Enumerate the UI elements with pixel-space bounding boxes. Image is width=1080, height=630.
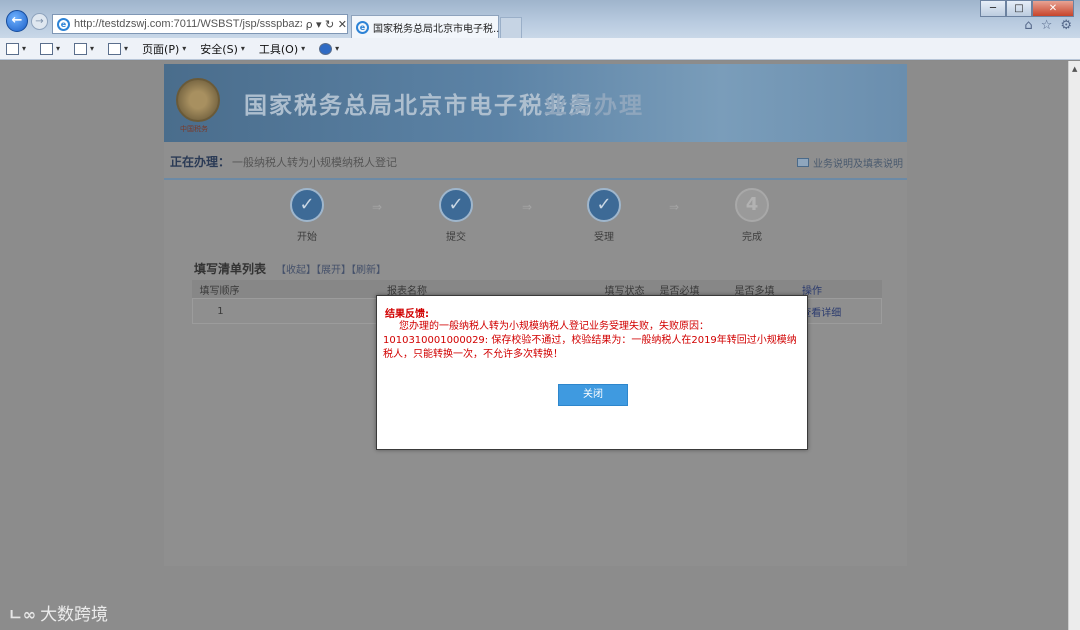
feeds-icon xyxy=(40,42,54,55)
cmd-feeds[interactable]: ▾ xyxy=(40,42,60,55)
home-icon[interactable]: ⌂ xyxy=(1024,18,1032,33)
print-icon xyxy=(108,42,122,55)
command-bar: ▾ ▾ ▾ ▾ 页面(P) ▾ 安全(S) ▾ 工具(O) ▾ ▾ xyxy=(0,38,1080,60)
step-label: 提交 xyxy=(446,232,466,243)
cmd-help[interactable]: ▾ xyxy=(319,42,339,55)
ie-icon: e xyxy=(57,17,70,31)
address-bar[interactable]: e http://testdzswj.com:7011/WSBST/jsp/ss… xyxy=(52,14,348,34)
address-controls[interactable]: ρ ▾ ↻ ✕ xyxy=(306,18,347,31)
dialog-message: 您办理的一般纳税人转为小规模纳税人登记业务受理失败，失败原因：101031000… xyxy=(383,321,797,360)
check-icon: ✓ xyxy=(439,188,473,222)
check-icon: ✓ xyxy=(290,188,324,222)
breadcrumb-value: 一般纳税人转为小规模纳税人登记 xyxy=(232,156,398,169)
list-title: 填写清单列表 xyxy=(194,262,267,276)
minimize-button[interactable]: ─ xyxy=(980,0,1006,17)
help-link[interactable]: 业务说明及填表说明 xyxy=(797,155,903,170)
tab-title[interactable]: 国家税务总局北京市电子税... ✕ xyxy=(373,20,514,35)
new-tab-button[interactable] xyxy=(500,17,522,38)
tax-emblem-icon xyxy=(176,78,220,122)
list-heading: 填写清单列表 【收起】【展开】【刷新】 xyxy=(194,260,386,277)
watermark: ㄴ∞ 大数跨境 xyxy=(8,600,109,626)
step-arrow-icon: ⇒ xyxy=(372,200,383,214)
book-icon xyxy=(797,158,809,167)
step-label: 受理 xyxy=(594,232,614,243)
window-controls: ─ □ ✕ xyxy=(980,0,1074,17)
step-arrow-icon: ⇒ xyxy=(522,200,533,214)
cmd-page-menu[interactable]: 页面(P) ▾ xyxy=(142,41,186,57)
breadcrumb: 正在办理： 一般纳税人转为小规模纳税人登记 业务说明及填表说明 xyxy=(164,150,907,180)
favorites-icon[interactable]: ☆ xyxy=(1041,18,1053,33)
mail-icon xyxy=(74,42,88,55)
cmd-print[interactable]: ▾ xyxy=(108,42,128,55)
watermark-logo-icon: ㄴ∞ xyxy=(8,604,37,624)
col-header: 填写顺序 xyxy=(199,285,240,297)
help-link-label[interactable]: 业务说明及填表说明 xyxy=(813,155,903,170)
cmd-home[interactable]: ▾ xyxy=(6,42,26,55)
browser-right-icons: ⌂ ☆ ⚙ xyxy=(1024,18,1072,33)
step-start: ✓ 开始 xyxy=(277,188,337,243)
vertical-scrollbar[interactable]: ▲ xyxy=(1068,61,1080,630)
cmd-mail[interactable]: ▾ xyxy=(74,42,94,55)
settings-gear-icon[interactable]: ⚙ xyxy=(1060,18,1072,33)
list-toggle-links[interactable]: 【收起】【展开】【刷新】 xyxy=(276,265,386,276)
address-url[interactable]: http://testdzswj.com:7011/WSBST/jsp/sssp… xyxy=(74,18,302,30)
browser-tab-active[interactable]: e 国家税务总局北京市电子税... ✕ xyxy=(351,15,514,38)
step-arrow-icon: ⇒ xyxy=(669,200,680,214)
tab-ie-icon: e xyxy=(356,20,369,34)
site-banner: 中国税务 国家税务总局北京市电子税务局 业务办理 xyxy=(164,64,907,142)
back-button[interactable]: ← xyxy=(6,10,28,32)
close-button[interactable]: 关闭 xyxy=(558,384,628,406)
step-complete: 4 完成 xyxy=(722,188,782,243)
browser-titlebar: ← → e http://testdzswj.com:7011/WSBST/js… xyxy=(0,0,1080,38)
banner-subtitle: 业务办理 xyxy=(544,93,644,119)
watermark-text: 大数跨境 xyxy=(40,605,109,625)
breadcrumb-prefix: 正在办理： xyxy=(170,155,231,169)
step-accept: ✓ 受理 xyxy=(574,188,634,243)
emblem-caption: 中国税务 xyxy=(180,125,208,133)
step-label: 开始 xyxy=(297,232,317,243)
home-icon xyxy=(6,42,19,55)
cmd-tools-menu[interactable]: 工具(O) ▾ xyxy=(259,41,305,57)
check-icon: ✓ xyxy=(587,188,621,222)
view-detail-link[interactable]: 查看详细 xyxy=(801,304,881,319)
col-header: 操作 xyxy=(802,285,822,297)
help-icon xyxy=(319,42,333,55)
step-label: 完成 xyxy=(742,232,762,243)
cell-order: 1 xyxy=(217,305,224,317)
scroll-up-icon[interactable]: ▲ xyxy=(1072,65,1077,73)
forward-button[interactable]: → xyxy=(31,13,48,30)
step-submit: ✓ 提交 xyxy=(426,188,486,243)
maximize-button[interactable]: □ xyxy=(1006,0,1032,17)
dialog-title: 结果反馈: xyxy=(385,309,429,320)
cmd-safety-menu[interactable]: 安全(S) ▾ xyxy=(200,41,245,57)
close-window-button[interactable]: ✕ xyxy=(1032,0,1074,17)
banner-title: 国家税务总局北京市电子税务局 xyxy=(244,93,594,119)
breadcrumb-text: 正在办理： 一般纳税人转为小规模纳税人登记 xyxy=(170,153,397,170)
step-number-icon: 4 xyxy=(735,188,769,222)
result-feedback-dialog: 结果反馈: 您办理的一般纳税人转为小规模纳税人登记业务受理失败，失败原因：101… xyxy=(376,295,808,450)
